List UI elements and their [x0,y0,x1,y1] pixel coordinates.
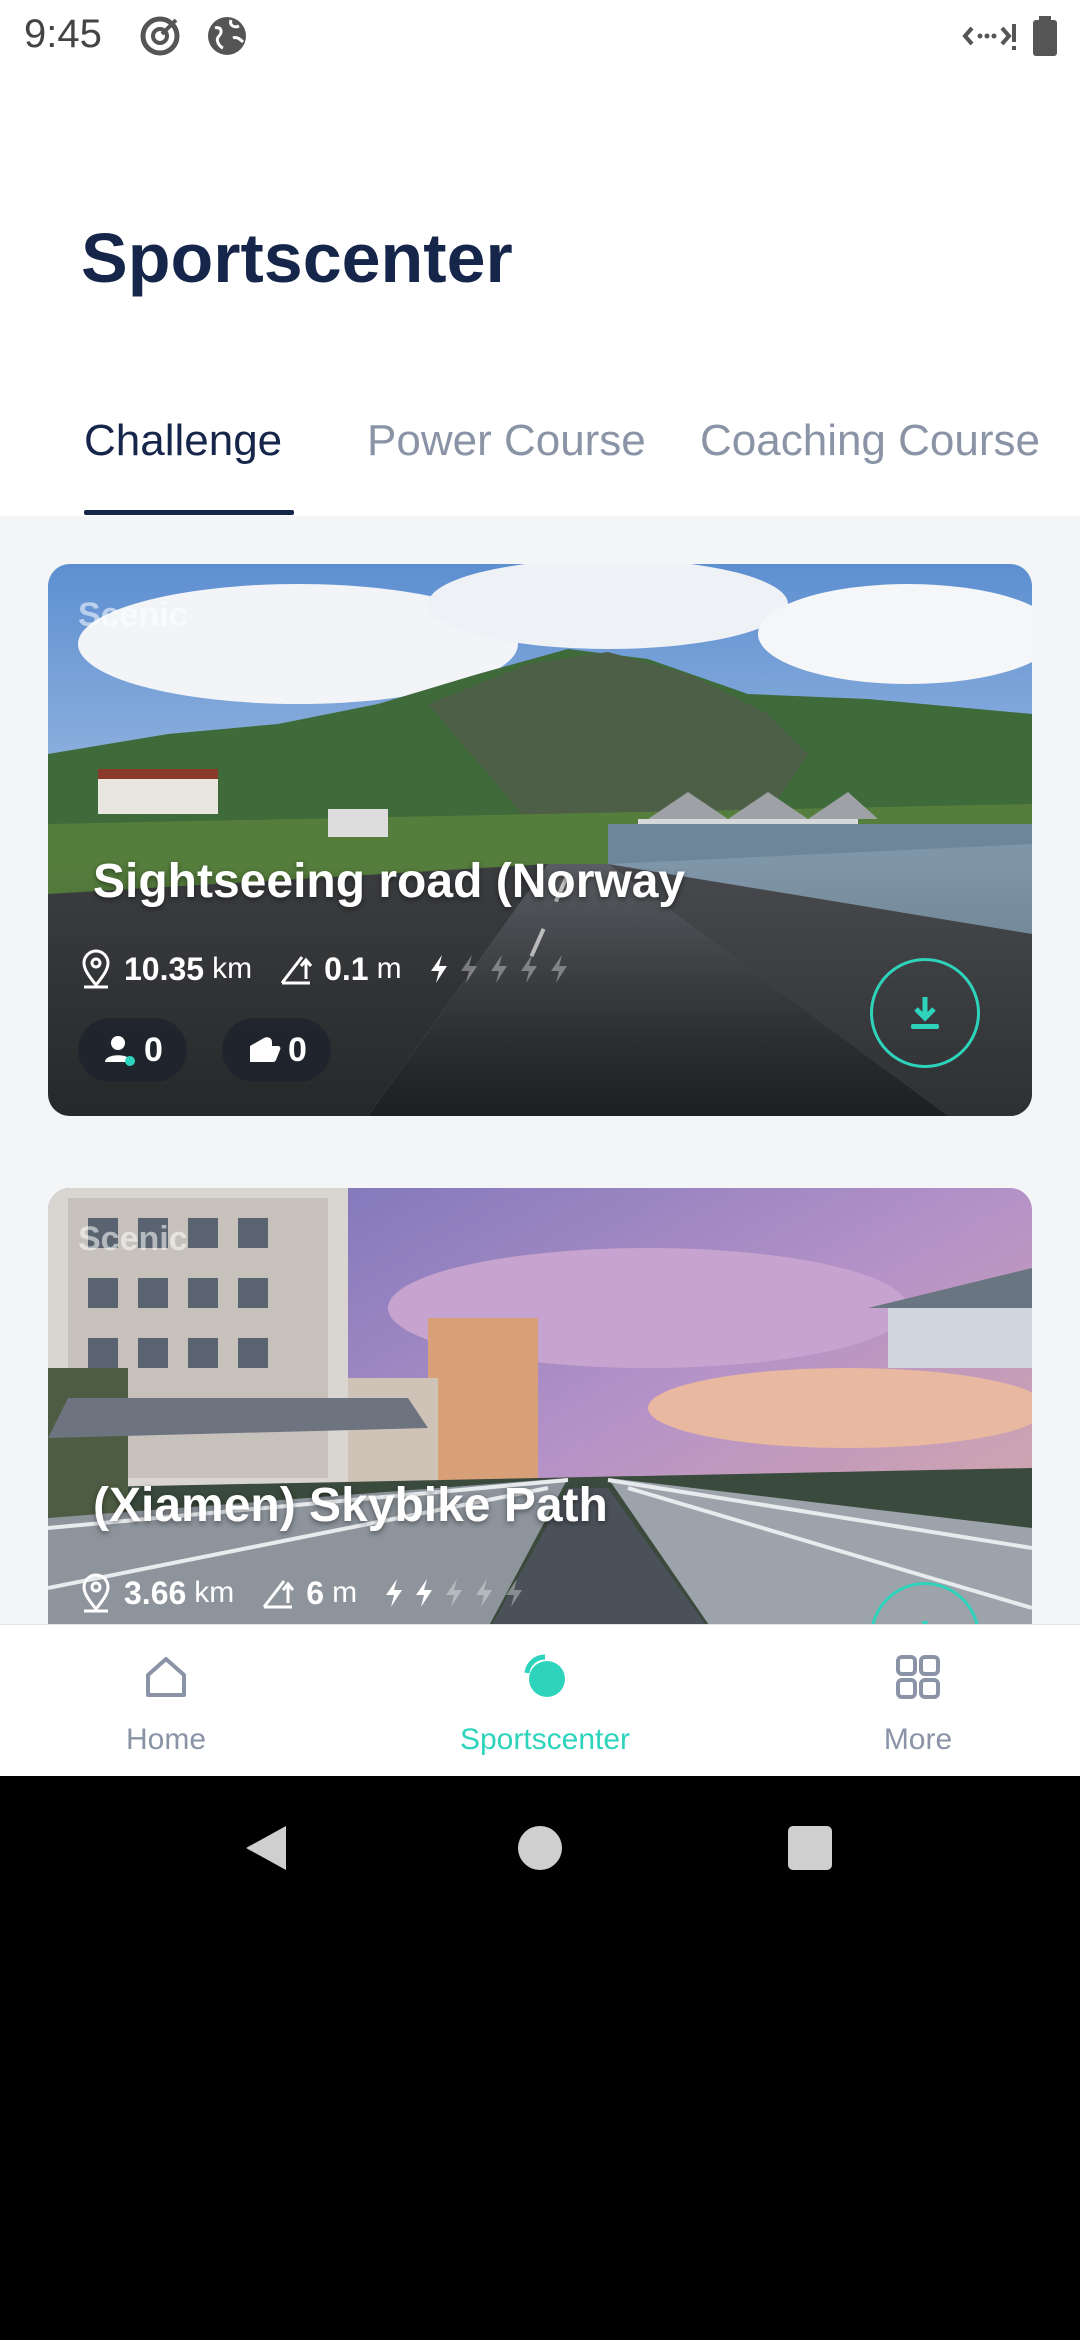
elevation-value: 0.1 [324,950,369,987]
nav-label: More [883,1723,953,1756]
bolt-icon [416,1579,433,1607]
home-icon [146,1657,186,1697]
route-title: (Xiamen) Skybike Path [93,1479,608,1532]
route-stats: 10.35 km 0.1 m [78,944,578,994]
challenge-list[interactable]: Scenic Sightseeing road (Norway 10.35 km… [0,516,1080,1624]
elevation-unit: m [332,1576,358,1609]
status-time: 9:45 [24,12,102,56]
status-bar: 9:45 [0,0,1080,72]
nav-label: Home [125,1723,207,1756]
recents-icon[interactable] [786,1824,834,1872]
distance-unit: km [194,1576,235,1609]
home-button-icon[interactable] [516,1824,564,1872]
difficulty-rating [428,954,578,984]
difficulty-rating [383,1578,533,1608]
nav-home[interactable]: Home [46,1625,286,1776]
bolt-icon [490,955,507,983]
riders-badge: 0 [78,1018,187,1082]
bolt-icon [550,955,567,983]
bottom-navigation: Home Sportscenter More [0,1624,1080,1776]
download-button[interactable] [870,958,980,1068]
battery-icon [1033,16,1057,56]
sportscenter-icon [524,1654,565,1697]
bolt-icon [460,955,477,983]
distance-unit: km [212,952,253,985]
route-title: Sightseeing road (Norway [93,855,686,908]
scenic-tag: Scenic [78,1220,188,1258]
bolt-icon [386,1579,403,1607]
location-pin-icon [82,1573,110,1613]
likes-count: 0 [288,1030,307,1069]
bolt-icon [476,1579,493,1607]
elevation-value: 6 [306,1574,325,1611]
tab-power-course[interactable]: Power Course [367,416,646,466]
scenic-tag: Scenic [78,596,188,634]
route-card[interactable]: Scenic (Xiamen) Skybike Path 3.66 km 6 m [48,1188,1032,1624]
location-pin-icon [82,949,110,989]
back-icon[interactable] [242,1822,290,1874]
route-stats: 3.66 km 6 m [78,1568,533,1618]
globe-icon [208,17,246,55]
distance-value: 3.66 [124,1574,187,1611]
elevation-unit: m [376,952,402,985]
grid-icon [896,1655,940,1699]
elevation-icon [263,1580,295,1609]
bolt-icon [520,955,537,983]
target-icon [140,16,180,56]
tab-bar: Challenge Power Course Coaching Course [0,400,1080,516]
bolt-icon [446,1579,463,1607]
like-icon [250,1037,281,1062]
bolt-icon [506,1579,523,1607]
download-icon [911,997,939,1029]
riders-icon [105,1036,135,1066]
riders-count: 0 [144,1030,163,1069]
tab-coaching-course[interactable]: Coaching Course [700,416,1040,466]
elevation-icon [280,956,313,985]
page-title: Sportscenter [81,219,513,297]
nav-sportscenter[interactable]: Sportscenter [425,1625,665,1776]
active-tab-indicator [84,510,294,515]
nav-label: Sportscenter [459,1723,631,1756]
system-navigation-bar [0,1776,1080,1920]
route-thumbnail-image [48,1188,1032,1624]
tab-challenge[interactable]: Challenge [84,416,282,466]
route-card[interactable]: Scenic Sightseeing road (Norway 10.35 km… [48,564,1032,1116]
bolt-icon [430,955,447,983]
likes-badge: 0 [222,1018,331,1082]
nav-more[interactable]: More [798,1625,1038,1776]
download-icon [922,1621,928,1624]
data-transfer-icon [962,24,1016,50]
distance-value: 10.35 [124,950,205,987]
app-screen: 9:45 Sportscenter Challenge Power Course… [0,0,1080,1776]
